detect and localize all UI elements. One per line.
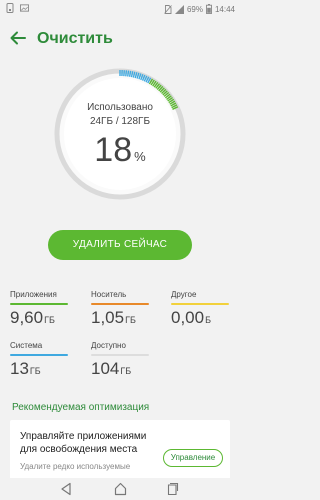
status-bar: 69% 14:44 xyxy=(0,0,240,18)
page-title: Очистить xyxy=(37,30,113,47)
home-nav-icon[interactable] xyxy=(114,482,127,496)
battery-icon xyxy=(206,4,212,14)
stat-bar xyxy=(91,303,149,305)
storage-gauge: Использовано 24ГБ / 128ГБ 18% xyxy=(50,64,190,204)
card-subtitle: Удалите редко используемые xyxy=(20,462,131,471)
used-amount: 24ГБ / 128ГБ xyxy=(89,116,151,127)
used-percent: 18% xyxy=(50,131,190,170)
stat-bar xyxy=(171,303,229,305)
stat-value: 13ГБ xyxy=(10,359,41,378)
stat-value: 9,60ГБ xyxy=(10,308,55,327)
used-percent-value: 18 xyxy=(94,131,133,169)
stat-apps: Приложения 9,60ГБ xyxy=(10,290,70,328)
stat-value: 0,00Б xyxy=(171,308,211,327)
phone-storage-icon xyxy=(6,3,14,13)
arrow-left-icon[interactable] xyxy=(8,28,28,48)
image-notification-icon xyxy=(20,4,29,12)
clean-now-button[interactable]: УДАЛИТЬ СЕЙЧАС xyxy=(48,230,192,260)
stat-label: Носитель xyxy=(91,290,127,299)
signal-icon xyxy=(174,4,184,14)
used-label: Использовано xyxy=(87,102,153,113)
stat-bar xyxy=(10,303,68,305)
app-bar: Очистить xyxy=(0,22,240,56)
stat-system: Система 13ГБ xyxy=(10,341,70,379)
battery-percent: 69% xyxy=(186,4,203,14)
stat-bar xyxy=(10,354,68,356)
card-title: Управляйте приложениями для освобождения… xyxy=(20,431,147,455)
navigation-bar xyxy=(0,478,240,500)
stat-media: Носитель 1,05ГБ xyxy=(91,290,151,328)
section-title-recommended: Рекомендуемая оптимизация xyxy=(12,402,150,413)
stat-label: Доступно xyxy=(91,341,126,350)
stat-label: Другое xyxy=(171,290,197,299)
no-sim-icon xyxy=(164,4,172,14)
stat-other: Другое 0,00Б xyxy=(171,290,231,328)
recommendation-card: Управляйте приложениями для освобождения… xyxy=(10,420,230,480)
stat-bar xyxy=(91,354,149,356)
back-nav-icon[interactable] xyxy=(60,482,72,496)
percent-sign: % xyxy=(134,149,146,164)
recents-nav-icon[interactable] xyxy=(167,482,180,496)
clock: 14:44 xyxy=(214,4,235,14)
stat-label: Система xyxy=(10,341,43,350)
stat-value: 1,05ГБ xyxy=(91,308,136,327)
stat-available: Доступно 104ГБ xyxy=(91,341,151,379)
manage-button[interactable]: Управление xyxy=(163,449,223,467)
stat-label: Приложения xyxy=(10,290,57,299)
stat-value: 104ГБ xyxy=(91,359,132,378)
